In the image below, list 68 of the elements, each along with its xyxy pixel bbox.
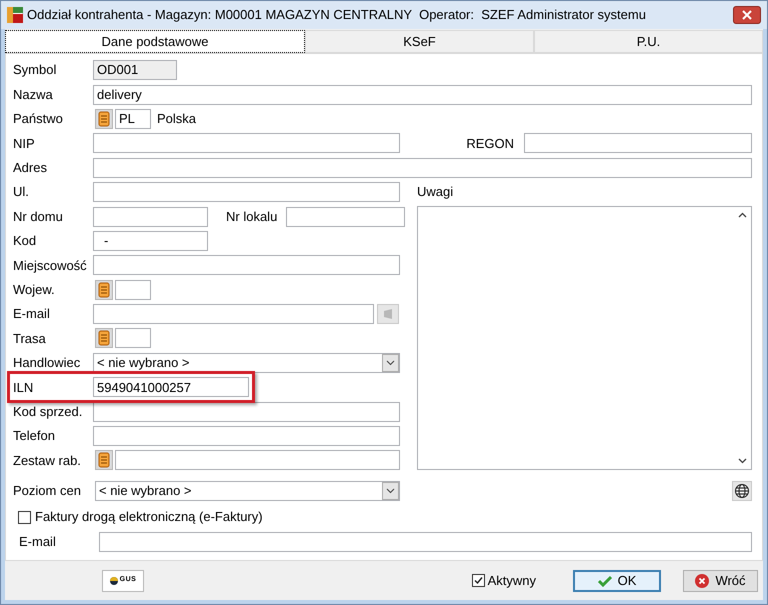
field-label: E-mail <box>13 305 50 324</box>
field-label: Adres <box>13 159 47 177</box>
checkbox-label: Aktywny <box>488 572 536 590</box>
close-button[interactable] <box>733 6 761 24</box>
input-field[interactable]: OD001 <box>93 60 177 80</box>
globe-icon[interactable] <box>732 480 752 501</box>
field-label: Państwo <box>13 110 63 128</box>
field-label: Miejscowość <box>13 256 87 275</box>
checkbox[interactable] <box>472 574 485 587</box>
back-button[interactable]: Wróć <box>683 570 758 592</box>
dropdown[interactable]: < nie wybrano > <box>95 480 400 501</box>
input-field[interactable] <box>93 426 400 446</box>
input-field[interactable] <box>93 158 752 178</box>
gus-logo-icon <box>110 576 118 584</box>
field-label: Wojew. <box>13 280 55 299</box>
input-field[interactable] <box>93 402 400 422</box>
field-label: Trasa <box>13 330 46 348</box>
field-label: NIP <box>13 134 35 153</box>
input-field[interactable] <box>93 304 374 324</box>
input-field[interactable] <box>93 133 400 154</box>
field-label: Telefon <box>13 427 55 446</box>
input-field[interactable]: 5949041000257 <box>93 377 249 398</box>
input-field[interactable] <box>286 206 405 227</box>
country-name: Polska <box>157 110 196 128</box>
input-field[interactable] <box>524 133 752 154</box>
tab[interactable]: Dane podstawowe <box>5 30 305 53</box>
field-label: Handlowiec <box>13 354 80 372</box>
ok-button[interactable]: OK <box>573 570 661 592</box>
mail-button-icon[interactable] <box>377 304 399 324</box>
check-icon <box>598 574 612 586</box>
cancel-icon <box>695 574 710 588</box>
input-field[interactable] <box>115 450 400 470</box>
tab[interactable]: P.U. <box>534 30 763 53</box>
input-field[interactable]: - <box>93 230 208 251</box>
input-field[interactable] <box>115 280 151 300</box>
input-field[interactable]: PL <box>115 108 151 129</box>
field-label: Poziom cen <box>13 482 81 500</box>
field-label: Zestaw rab. <box>13 452 81 470</box>
window-title: Oddział kontrahenta - Magazyn: M00001 MAGAZYN CENTRALNY Operator: SZEF Administrator systemu <box>27 6 647 24</box>
input-field[interactable] <box>115 328 151 348</box>
field-label: Ul. <box>13 183 29 202</box>
field-label: Kod sprzed. <box>13 402 82 421</box>
tab[interactable]: KSeF <box>305 30 534 53</box>
dropdown[interactable]: < nie wybrano > <box>93 352 400 373</box>
field-label: E-mail <box>19 532 56 551</box>
list-icon[interactable] <box>95 328 113 348</box>
chevron-down-icon <box>382 354 399 372</box>
input-field[interactable] <box>99 532 752 552</box>
close-icon <box>742 10 752 20</box>
input-field[interactable] <box>93 206 208 227</box>
field-label: Symbol <box>13 61 56 80</box>
checkbox[interactable] <box>18 510 31 524</box>
field-label: Kod <box>13 232 36 250</box>
list-icon[interactable] <box>95 108 113 129</box>
field-label: Uwagi <box>417 183 454 202</box>
chevron-down-icon <box>382 482 399 500</box>
checkbox-label: Faktury drogą elektroniczną (e-Faktury) <box>35 508 263 526</box>
input-field[interactable] <box>93 255 400 276</box>
list-icon[interactable] <box>95 450 113 470</box>
field-label: ILN <box>13 378 34 397</box>
list-icon[interactable] <box>95 280 113 300</box>
field-label: Nazwa <box>13 86 53 104</box>
field-label: Nr lokalu <box>226 208 278 226</box>
input-field[interactable] <box>93 182 400 202</box>
field-label: Nr domu <box>13 208 63 226</box>
field-label: REGON <box>466 134 514 153</box>
app-icon <box>7 7 23 23</box>
input-field[interactable]: delivery <box>93 84 752 105</box>
